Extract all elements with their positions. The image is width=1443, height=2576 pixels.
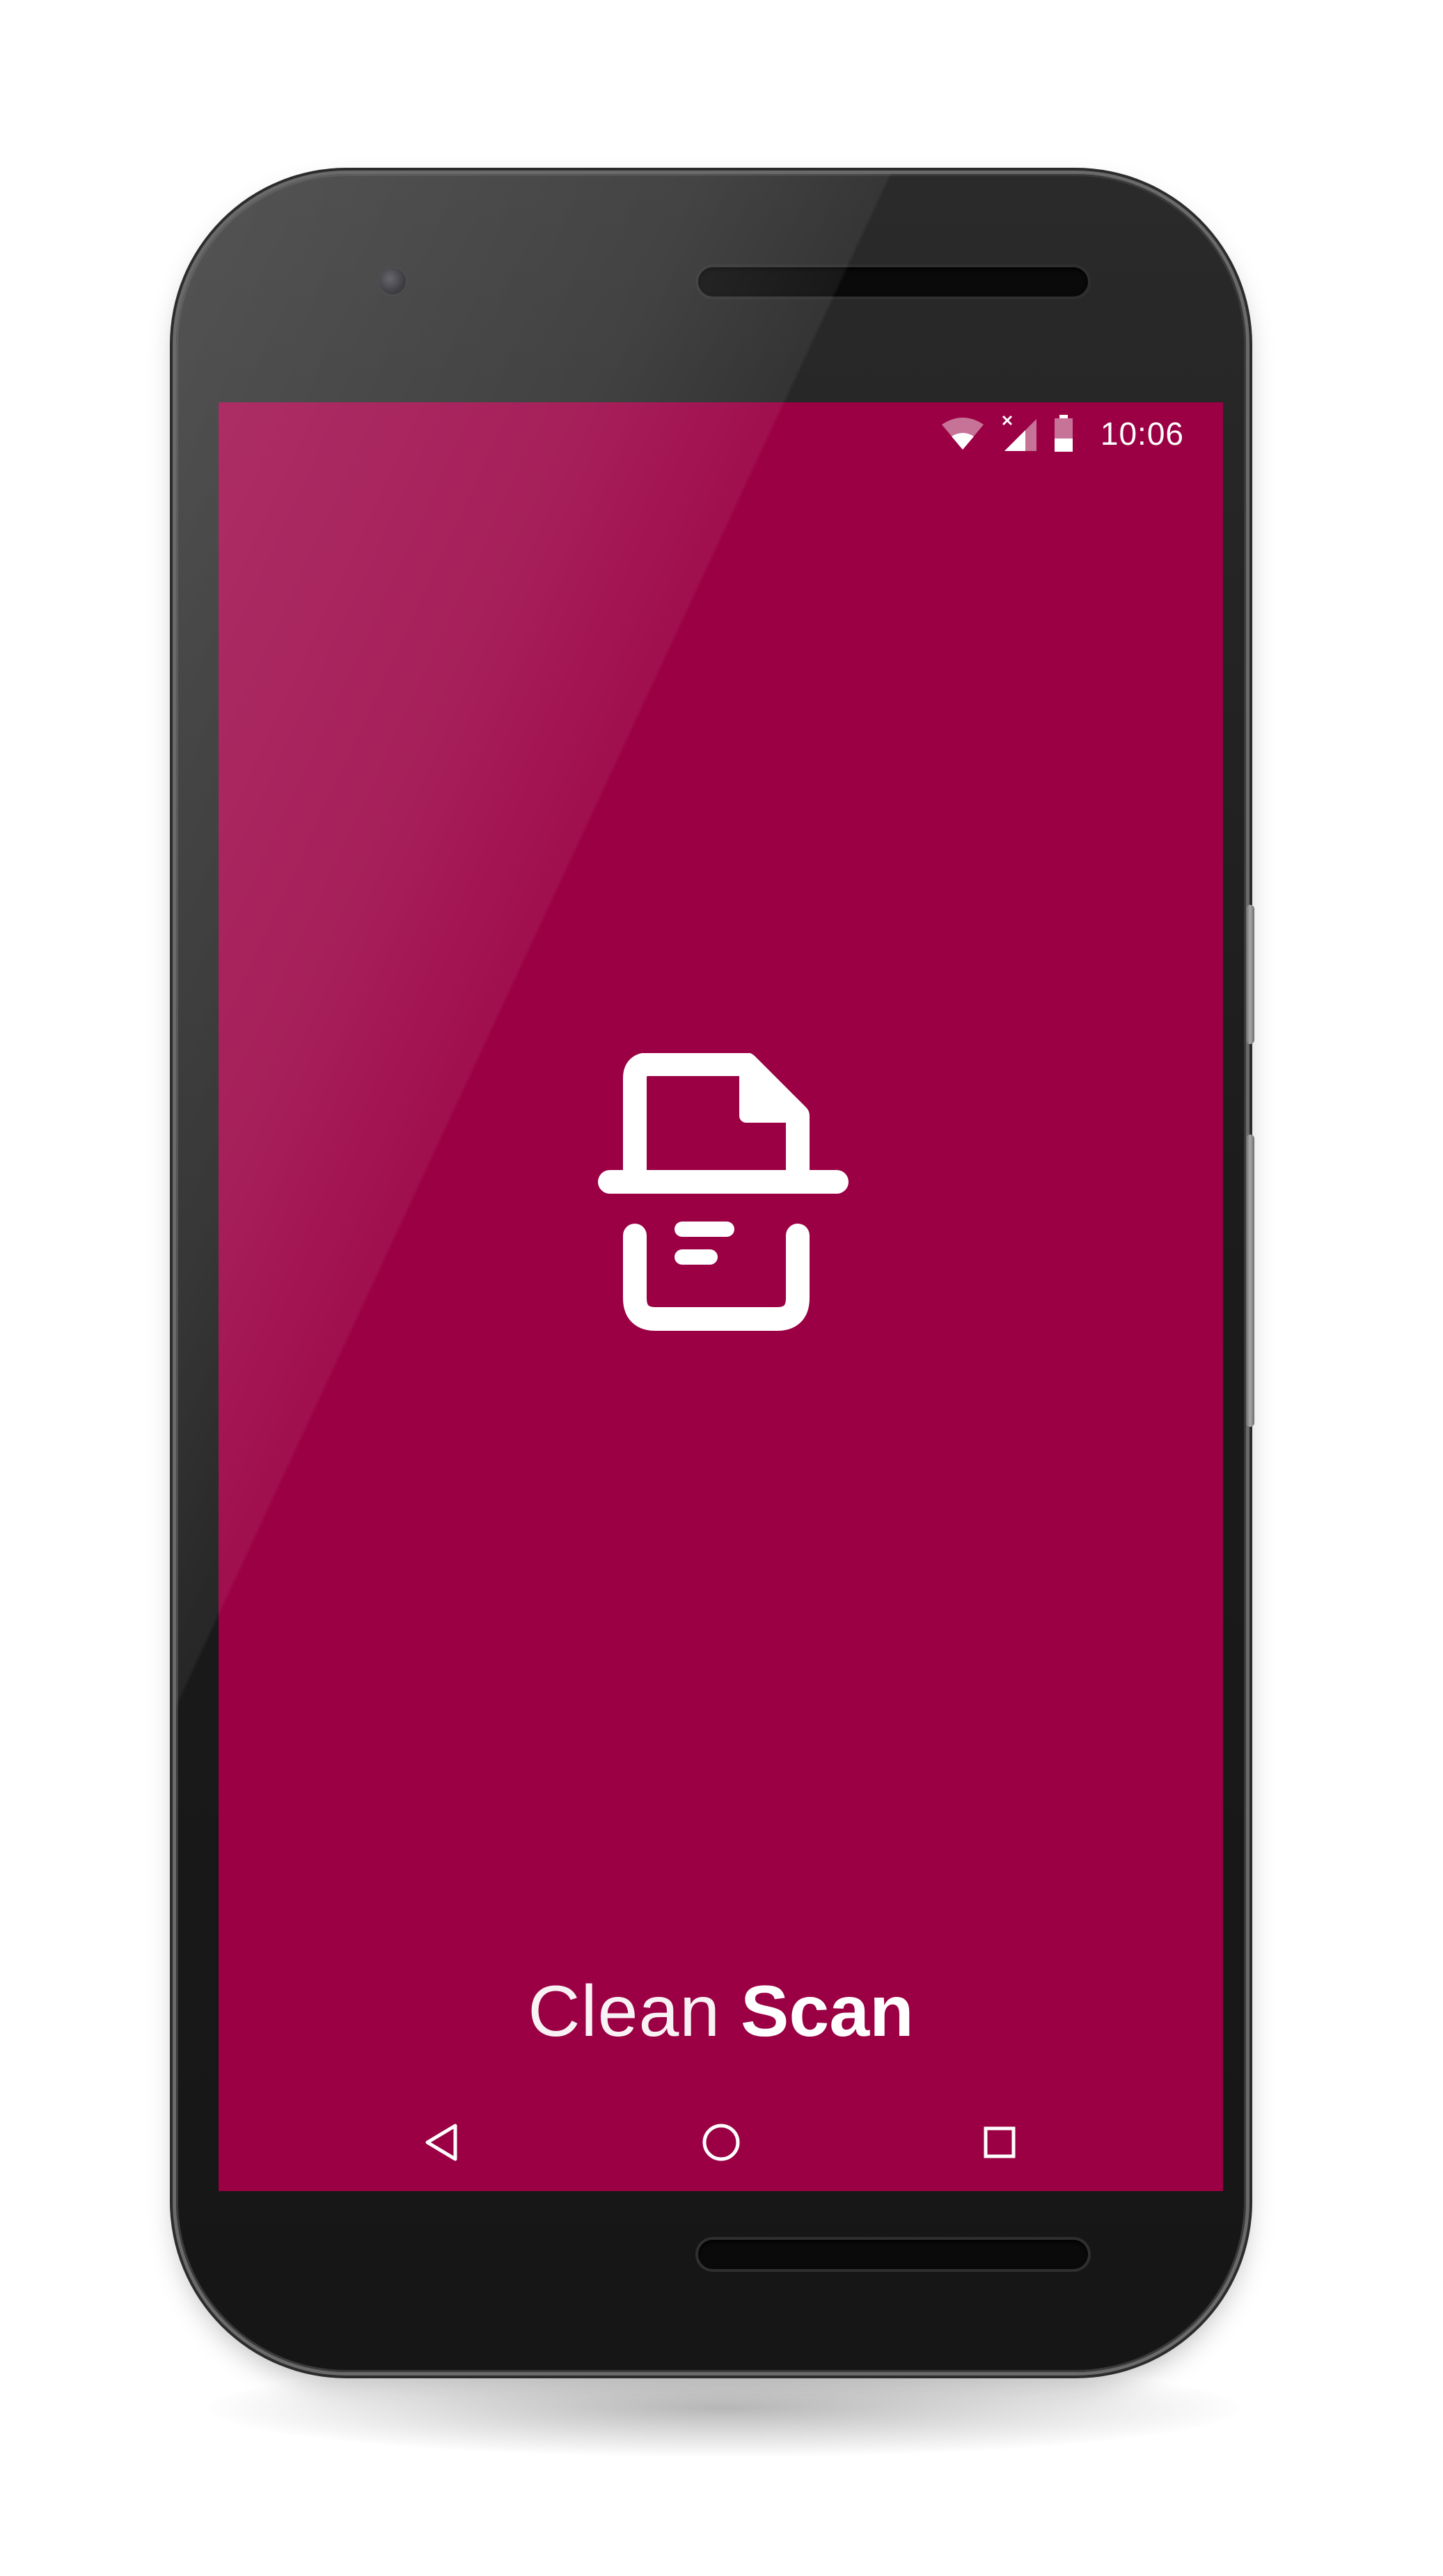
top-speaker-grille	[698, 267, 1088, 297]
device-mockup-stage: 10:06 Clean Scan	[0, 0, 1443, 2576]
bottom-speaker-grille	[698, 2240, 1088, 2269]
status-time: 10:06	[1100, 416, 1184, 452]
status-bar: 10:06	[219, 402, 1223, 465]
power-button	[1246, 905, 1254, 1044]
app-brand-name: Clean Scan	[219, 1975, 1223, 2048]
back-triangle-icon[interactable]	[413, 2115, 469, 2170]
front-camera	[379, 268, 406, 294]
app-splash-screen: 10:06 Clean Scan	[219, 402, 1223, 2191]
battery-icon	[1053, 415, 1074, 452]
status-icons: 10:06	[940, 411, 1184, 457]
wifi-icon	[940, 416, 985, 451]
brand-name-light: Clean	[528, 1971, 721, 2052]
recents-square-icon[interactable]	[972, 2115, 1027, 2170]
cell-signal-no-data-icon	[1000, 415, 1038, 452]
volume-rocker	[1246, 1135, 1254, 1427]
document-scanner-icon	[598, 1052, 849, 1332]
navigation-bar	[219, 2094, 1223, 2191]
brand-name-bold: Scan	[741, 1971, 914, 2052]
home-circle-icon[interactable]	[693, 2115, 749, 2170]
device-shadow	[209, 2360, 1239, 2457]
